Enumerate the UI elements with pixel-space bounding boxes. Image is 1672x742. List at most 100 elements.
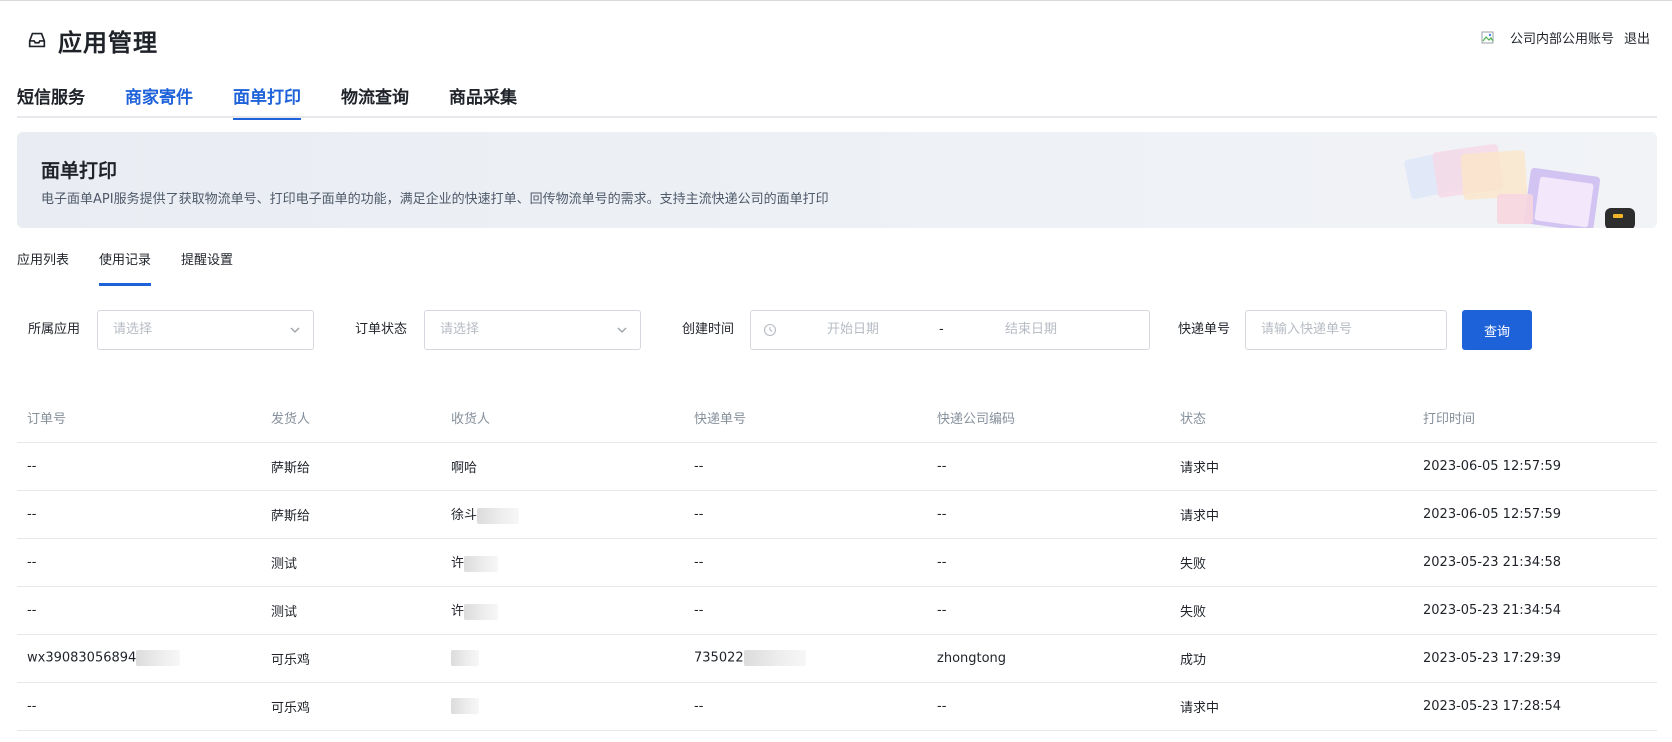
chevron-down-icon bbox=[290, 327, 300, 333]
broken-image-icon bbox=[1481, 31, 1494, 43]
banner-title: 面单打印 bbox=[41, 160, 118, 182]
table-row: -- 测试 许 -- -- 失败 2023-05-23 21:34:54 bbox=[17, 586, 1657, 635]
column-header-print-time: 打印时间 bbox=[1413, 394, 1657, 443]
sender-cell: 萨斯给 bbox=[261, 442, 441, 491]
tracking-filter-label: 快递单号 bbox=[1178, 322, 1231, 337]
redacted-mosaic bbox=[136, 650, 181, 666]
date-separator: - bbox=[939, 322, 944, 337]
tracking-no-cell: 735022 bbox=[684, 634, 927, 683]
order-no-text: wx39083056894 bbox=[27, 650, 137, 666]
start-date-input[interactable]: 开始日期 bbox=[827, 311, 879, 349]
redacted-mosaic bbox=[464, 555, 499, 572]
receiver-cell: 许 bbox=[441, 586, 684, 635]
redacted-mosaic bbox=[743, 650, 806, 666]
tracking-no-cell: -- bbox=[684, 682, 927, 731]
inbox-icon bbox=[28, 32, 46, 48]
avatar[interactable] bbox=[1480, 29, 1498, 47]
status-select[interactable]: 请选择 bbox=[424, 310, 641, 350]
column-header-carrier-code: 快递公司编码 bbox=[927, 394, 1170, 443]
print-time-cell: 2023-06-05 12:57:59 bbox=[1413, 490, 1657, 539]
print-time-cell: 2023-05-23 21:34:58 bbox=[1413, 538, 1657, 587]
order-no-cell: -- bbox=[17, 538, 261, 587]
app-select-placeholder: 请选择 bbox=[113, 322, 153, 337]
page-header: 应用管理 bbox=[26, 24, 158, 57]
status-cell: 请求中 bbox=[1170, 442, 1413, 491]
column-header-receiver: 收货人 bbox=[441, 394, 684, 443]
clock-icon bbox=[763, 323, 777, 337]
status-filter-label: 订单状态 bbox=[355, 322, 408, 337]
tracking-no-cell: -- bbox=[684, 538, 927, 587]
status-cell: 失败 bbox=[1170, 586, 1413, 635]
table-header-row: 订单号 发货人 收货人 快递单号 快递公司编码 状态 打印时间 bbox=[17, 394, 1657, 443]
print-time-cell: 2023-05-23 17:29:39 bbox=[1413, 634, 1657, 683]
receiver-cell bbox=[441, 634, 684, 683]
status-cell: 请求中 bbox=[1170, 682, 1413, 731]
order-no-cell: wx39083056894 bbox=[17, 634, 261, 683]
carrier-code-cell: -- bbox=[927, 490, 1170, 539]
page-title: 应用管理 bbox=[58, 28, 158, 57]
order-no-cell: -- bbox=[17, 490, 261, 539]
logout-link[interactable]: 退出 bbox=[1624, 28, 1650, 47]
status-cell: 请求中 bbox=[1170, 490, 1413, 539]
column-header-tracking-no: 快递单号 bbox=[684, 394, 927, 443]
sender-cell: 萨斯给 bbox=[261, 490, 441, 539]
time-filter-label: 创建时间 bbox=[682, 322, 735, 337]
column-header-order-no: 订单号 bbox=[17, 394, 261, 443]
receiver-text: 许 bbox=[451, 556, 465, 572]
order-no-cell: -- bbox=[17, 442, 261, 491]
column-header-status: 状态 bbox=[1170, 394, 1413, 443]
status-select-placeholder: 请选择 bbox=[440, 322, 480, 337]
tab-usage-records[interactable]: 使用记录 bbox=[99, 250, 152, 286]
table-row: -- 萨斯给 啊哈 -- -- 请求中 2023-06-05 12:57:59 bbox=[17, 442, 1657, 491]
carrier-code-cell: -- bbox=[927, 682, 1170, 731]
tracking-number-input[interactable]: 请输入快递单号 bbox=[1245, 310, 1447, 350]
app-filter-label: 所属应用 bbox=[28, 322, 81, 337]
receiver-text: 徐斗 bbox=[451, 508, 478, 524]
print-time-cell: 2023-05-23 21:34:54 bbox=[1413, 586, 1657, 635]
carrier-code-cell: -- bbox=[927, 442, 1170, 491]
tab-app-list[interactable]: 应用列表 bbox=[17, 250, 69, 286]
receiver-cell bbox=[441, 682, 684, 731]
status-cell: 成功 bbox=[1170, 634, 1413, 683]
tab-sms-service[interactable]: 短信服务 bbox=[17, 82, 85, 118]
tab-merchant-shipping[interactable]: 商家寄件 bbox=[125, 82, 193, 118]
sender-cell: 可乐鸡 bbox=[261, 682, 441, 731]
account-name: 公司内部公用账号 bbox=[1509, 32, 1614, 47]
redacted-mosaic bbox=[464, 603, 499, 620]
end-date-input[interactable]: 结束日期 bbox=[1005, 311, 1057, 349]
sub-tabs: 应用列表 使用记录 提醒设置 bbox=[17, 250, 263, 286]
tab-reminder-settings[interactable]: 提醒设置 bbox=[181, 250, 233, 286]
query-button[interactable]: 查询 bbox=[1462, 310, 1532, 350]
top-divider bbox=[0, 0, 1672, 1]
redacted-mosaic bbox=[451, 650, 479, 666]
print-time-cell: 2023-06-05 12:57:59 bbox=[1413, 442, 1657, 491]
tracking-no-cell: -- bbox=[684, 442, 927, 491]
carrier-code-cell: -- bbox=[927, 538, 1170, 587]
sender-cell: 测试 bbox=[261, 538, 441, 587]
tab-product-collection[interactable]: 商品采集 bbox=[449, 82, 517, 118]
print-time-cell: 2023-05-23 17:28:54 bbox=[1413, 682, 1657, 731]
sender-cell: 可乐鸡 bbox=[261, 634, 441, 683]
tracking-input-placeholder: 请输入快递单号 bbox=[1261, 322, 1353, 337]
tracking-no-cell: -- bbox=[684, 586, 927, 635]
tab-waybill-printing[interactable]: 面单打印 bbox=[233, 82, 301, 120]
table-row: -- 可乐鸡 -- -- 请求中 2023-05-23 17:28:54 bbox=[17, 682, 1657, 731]
banner-description: 电子面单API服务提供了获取物流单号、打印电子面单的功能，满足企业的快速打单、回… bbox=[41, 192, 829, 207]
intro-banner: 面单打印 电子面单API服务提供了获取物流单号、打印电子面单的功能，满足企业的快… bbox=[17, 132, 1657, 228]
sender-cell: 测试 bbox=[261, 586, 441, 635]
carrier-code-cell: -- bbox=[927, 586, 1170, 635]
app-select[interactable]: 请选择 bbox=[97, 310, 314, 350]
column-header-sender: 发货人 bbox=[261, 394, 441, 443]
receiver-cell: 许 bbox=[441, 538, 684, 587]
waybill-illustration bbox=[1404, 144, 1635, 228]
date-range-picker[interactable]: 开始日期 - 结束日期 bbox=[750, 310, 1150, 350]
receiver-text: 许 bbox=[451, 604, 465, 620]
status-cell: 失败 bbox=[1170, 538, 1413, 587]
usage-records-table: 订单号 发货人 收货人 快递单号 快递公司编码 状态 打印时间 -- 萨斯给 啊… bbox=[17, 394, 1657, 731]
tab-logistics-query[interactable]: 物流查询 bbox=[341, 82, 409, 118]
order-no-cell: -- bbox=[17, 586, 261, 635]
order-no-cell: -- bbox=[17, 682, 261, 731]
receiver-cell: 啊哈 bbox=[441, 442, 684, 491]
filter-bar: 所属应用 请选择 订单状态 请选择 创建时间 开始日期 - 结束日期 快递单号 … bbox=[0, 310, 1672, 350]
table-row: wx39083056894 可乐鸡 735022 zhongtong 成功 20… bbox=[17, 634, 1657, 683]
